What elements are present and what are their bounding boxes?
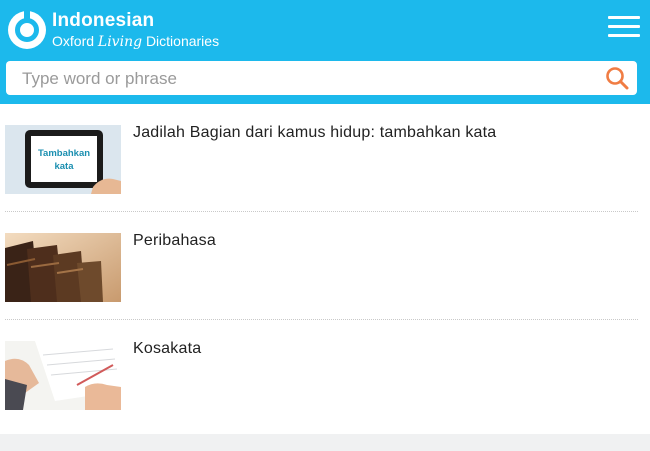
books-thumbnail — [5, 233, 121, 302]
item-title: Kosakata — [133, 340, 202, 357]
brand[interactable]: Indonesian Oxford Living Dictionaries — [52, 10, 219, 50]
item-title: Jadilah Bagian dari kamus hidup: tambahk… — [133, 124, 497, 141]
list-item-kosakata[interactable]: Kosakata — [5, 320, 638, 427]
tablet-thumbnail: Tambahkan kata — [5, 125, 121, 194]
brand-title: Indonesian — [52, 10, 155, 31]
list-item-peribahasa[interactable]: Peribahasa — [5, 212, 638, 320]
writing-thumbnail — [5, 341, 121, 410]
menu-button[interactable] — [608, 16, 640, 42]
hamburger-menu-icon — [608, 16, 640, 19]
thumb-text-1: Tambahkan — [38, 148, 90, 159]
search-icon[interactable] — [605, 66, 629, 90]
brand-subtitle: Oxford Living Dictionaries — [52, 33, 220, 50]
thumb-text-2: kata — [54, 161, 74, 172]
oxford-logo-icon[interactable] — [6, 9, 48, 51]
footer-strip — [0, 434, 650, 451]
item-title: Peribahasa — [133, 232, 216, 249]
list-item-add-word[interactable]: Tambahkan kata Jadilah Bagian dari kamus… — [5, 104, 638, 212]
search-bar — [6, 61, 637, 97]
search-input[interactable] — [20, 61, 594, 97]
app-header: Indonesian Oxford Living Dictionaries — [0, 0, 650, 104]
content-list: Tambahkan kata Jadilah Bagian dari kamus… — [5, 104, 638, 427]
